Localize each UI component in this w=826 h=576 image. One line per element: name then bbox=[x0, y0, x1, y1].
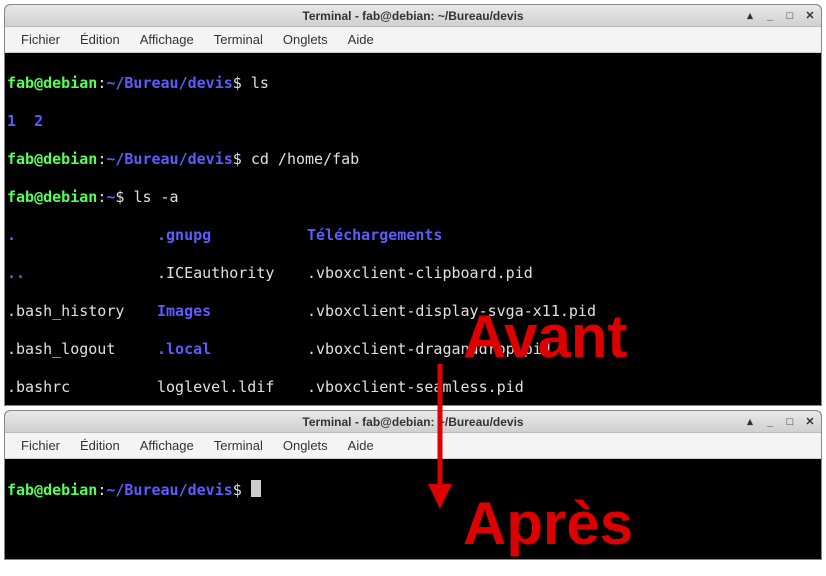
ls-a-row: ...ICEauthority.vboxclient-clipboard.pid bbox=[7, 264, 819, 283]
menu-fichier[interactable]: Fichier bbox=[11, 29, 70, 50]
terminal-window-after: Terminal - fab@debian: ~/Bureau/devis ▴ … bbox=[4, 410, 822, 560]
terminal-body-before[interactable]: fab@debian:~/Bureau/devis$ ls 1 2 fab@de… bbox=[5, 53, 821, 406]
window-title: Terminal - fab@debian: ~/Bureau/devis bbox=[302, 9, 523, 23]
prompt-sigil: $ bbox=[233, 481, 251, 499]
menu-onglets[interactable]: Onglets bbox=[273, 29, 338, 50]
file-dot: . bbox=[7, 226, 157, 245]
menu-affichage[interactable]: Affichage bbox=[130, 435, 204, 456]
minimize-button[interactable]: _ bbox=[763, 9, 777, 23]
terminal-body-after[interactable]: fab@debian:~/Bureau/devis$ bbox=[5, 459, 821, 540]
menubar-before: Fichier Édition Affichage Terminal Ongle… bbox=[5, 27, 821, 53]
prompt-userhost: fab@debian bbox=[7, 481, 97, 499]
file-iceauthority: .ICEauthority bbox=[157, 264, 307, 283]
prompt-userhost: fab@debian bbox=[7, 188, 97, 206]
prompt-userhost: fab@debian bbox=[7, 150, 97, 168]
file-gnupg: .gnupg bbox=[157, 226, 307, 245]
file-bash-logout: .bash_logout bbox=[7, 340, 157, 359]
cmd-ls-a: ls -a bbox=[133, 188, 178, 206]
shell-line: fab@debian:~/Bureau/devis$ bbox=[7, 480, 819, 500]
ls-a-row: .bash_historyImages.vboxclient-display-s… bbox=[7, 302, 819, 321]
ls-a-row: .bash_logout.local.vboxclient-draganddro… bbox=[7, 340, 819, 359]
menu-fichier[interactable]: Fichier bbox=[11, 435, 70, 456]
shell-line: fab@debian:~/Bureau/devis$ ls bbox=[7, 74, 819, 93]
titlebar-before: Terminal - fab@debian: ~/Bureau/devis ▴ … bbox=[5, 5, 821, 27]
file-bash-history: .bash_history bbox=[7, 302, 157, 321]
file-vbox-clipboard: .vboxclient-clipboard.pid bbox=[307, 264, 533, 282]
ls-out: 1 2 bbox=[7, 112, 43, 130]
titlebar-after: Terminal - fab@debian: ~/Bureau/devis ▴ … bbox=[5, 411, 821, 433]
prompt-sigil: $ bbox=[233, 74, 251, 92]
maximize-button[interactable]: □ bbox=[783, 415, 797, 429]
menu-terminal[interactable]: Terminal bbox=[204, 29, 273, 50]
cursor bbox=[251, 480, 261, 497]
menu-aide[interactable]: Aide bbox=[338, 29, 384, 50]
ls-a-row: ..gnupgTéléchargements bbox=[7, 226, 819, 245]
file-telechargements: Téléchargements bbox=[307, 226, 442, 244]
terminal-window-before: Terminal - fab@debian: ~/Bureau/devis ▴ … bbox=[4, 4, 822, 406]
file-vbox-seamless: .vboxclient-seamless.pid bbox=[307, 378, 524, 396]
menu-affichage[interactable]: Affichage bbox=[130, 29, 204, 50]
prompt-sigil: $ bbox=[115, 188, 133, 206]
minimize-button[interactable]: _ bbox=[763, 415, 777, 429]
cmd-ls: ls bbox=[251, 74, 269, 92]
shell-line: fab@debian:~$ ls -a bbox=[7, 188, 819, 207]
shell-line: fab@debian:~/Bureau/devis$ cd /home/fab bbox=[7, 150, 819, 169]
menu-terminal[interactable]: Terminal bbox=[204, 435, 273, 456]
file-dotdot: .. bbox=[7, 264, 157, 283]
menu-edition[interactable]: Édition bbox=[70, 435, 130, 456]
window-controls: ▴ _ □ ✕ bbox=[743, 9, 817, 23]
menu-edition[interactable]: Édition bbox=[70, 29, 130, 50]
file-loglevel: loglevel.ldif bbox=[157, 378, 307, 397]
prompt-sigil: $ bbox=[233, 150, 251, 168]
file-local: .local bbox=[157, 340, 307, 359]
window-controls: ▴ _ □ ✕ bbox=[743, 415, 817, 429]
menubar-after: Fichier Édition Affichage Terminal Ongle… bbox=[5, 433, 821, 459]
close-button[interactable]: ✕ bbox=[803, 9, 817, 23]
ls-a-row: .bashrcloglevel.ldif.vboxclient-seamless… bbox=[7, 378, 819, 397]
cmd-cd-home: cd /home/fab bbox=[251, 150, 359, 168]
file-vbox-draganddrop: .vboxclient-draganddrop.pid bbox=[307, 340, 551, 358]
prompt-path: ~/Bureau/devis bbox=[106, 481, 232, 499]
prompt-userhost: fab@debian bbox=[7, 74, 97, 92]
rollup-button[interactable]: ▴ bbox=[743, 9, 757, 23]
menu-aide[interactable]: Aide bbox=[338, 435, 384, 456]
file-bashrc: .bashrc bbox=[7, 378, 157, 397]
prompt-path: ~/Bureau/devis bbox=[106, 74, 232, 92]
file-vbox-display: .vboxclient-display-svga-x11.pid bbox=[307, 302, 596, 320]
maximize-button[interactable]: □ bbox=[783, 9, 797, 23]
prompt-path: ~/Bureau/devis bbox=[106, 150, 232, 168]
file-images: Images bbox=[157, 302, 307, 321]
ls-output: 1 2 bbox=[7, 112, 819, 131]
window-title: Terminal - fab@debian: ~/Bureau/devis bbox=[302, 415, 523, 429]
menu-onglets[interactable]: Onglets bbox=[273, 435, 338, 456]
close-button[interactable]: ✕ bbox=[803, 415, 817, 429]
rollup-button[interactable]: ▴ bbox=[743, 415, 757, 429]
